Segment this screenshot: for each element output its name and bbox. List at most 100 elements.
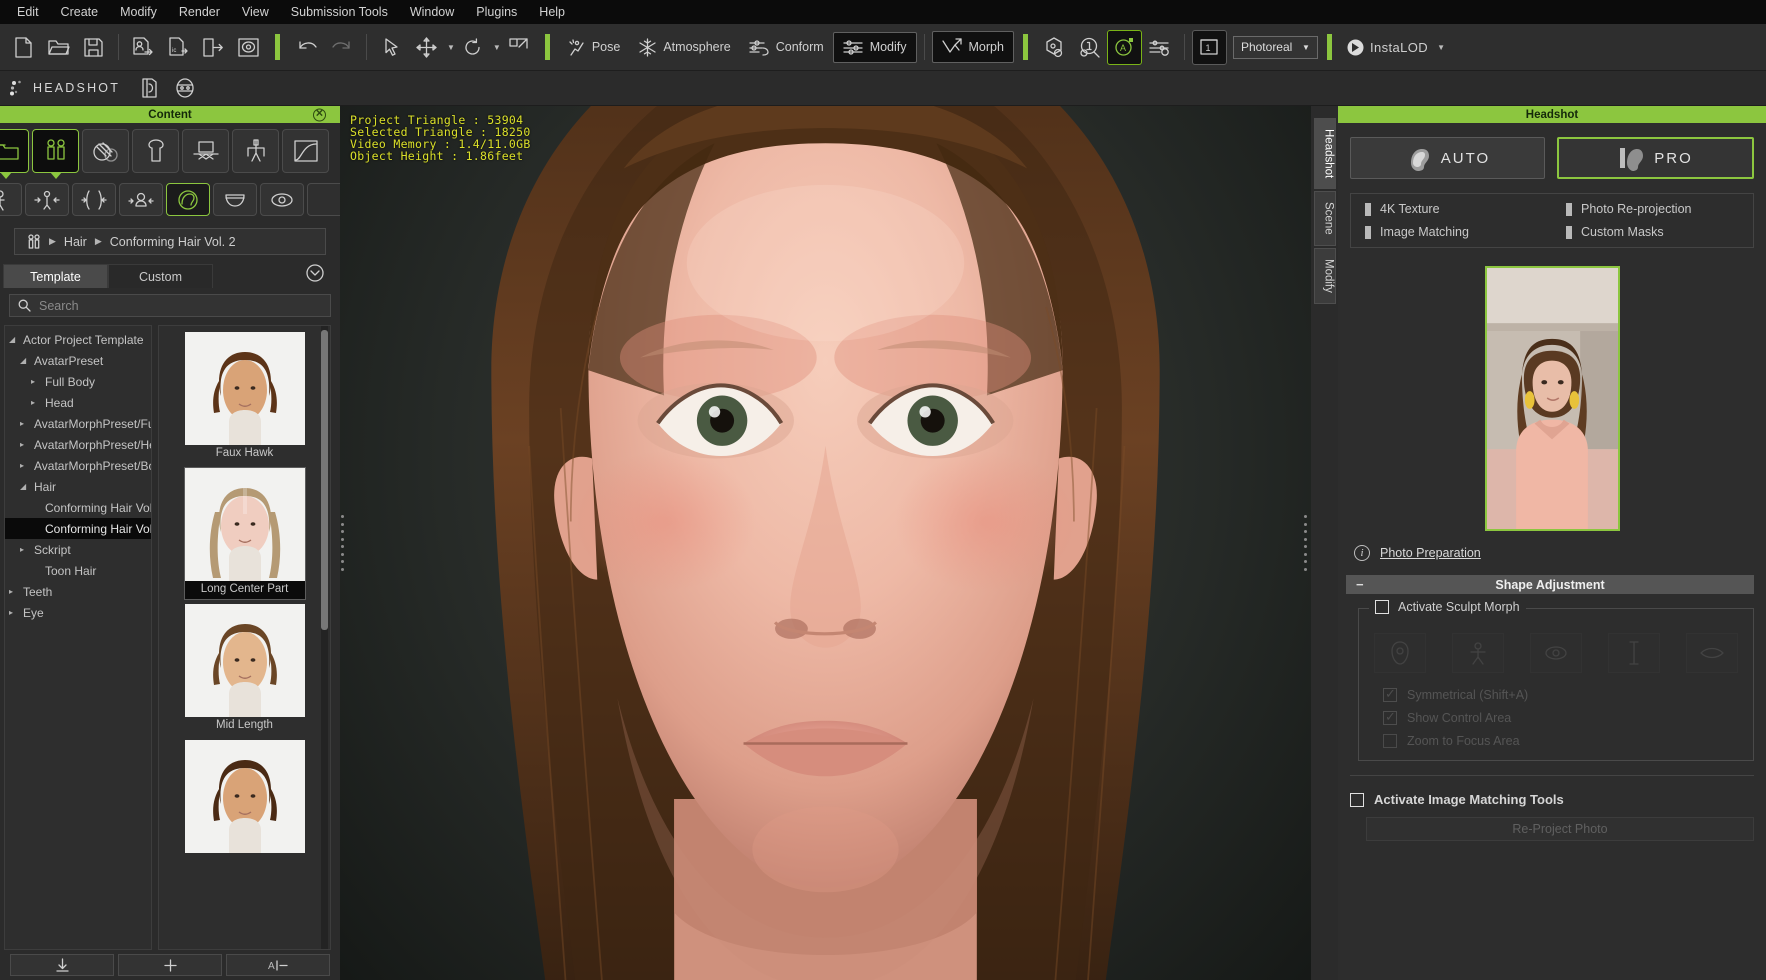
subcat-proportion[interactable]	[72, 183, 116, 216]
tree-disclosure-icon[interactable]	[20, 545, 30, 554]
instalod-caret-icon[interactable]: ▼	[1437, 43, 1445, 52]
inspect-icon[interactable]	[1072, 30, 1107, 65]
tab-custom[interactable]: Custom	[108, 264, 213, 288]
collapse-icon[interactable]: −	[1356, 577, 1364, 592]
category-motion[interactable]	[232, 129, 279, 173]
viewport-left-resize-handle[interactable]	[341, 515, 347, 571]
save-project-icon[interactable]	[76, 30, 111, 65]
instalod-button[interactable]: InstaLOD ▼	[1341, 35, 1451, 60]
expand-panel-icon[interactable]	[304, 262, 326, 284]
tree-disclosure-icon[interactable]	[20, 482, 30, 491]
preview-icon[interactable]	[231, 30, 266, 65]
menu-item-help[interactable]: Help	[528, 1, 576, 23]
subcat-head-morph[interactable]	[119, 183, 163, 216]
tree-disclosure-icon[interactable]	[9, 335, 19, 344]
activate-image-matching-checkbox[interactable]	[1350, 792, 1364, 807]
search-row[interactable]	[9, 294, 331, 317]
3d-viewport[interactable]: Project Triangle : 53904 Selected Triang…	[340, 106, 1311, 980]
scale-tool-icon[interactable]	[501, 30, 536, 65]
category-accessory[interactable]	[182, 129, 229, 173]
tree-node[interactable]: Conforming Hair Vol. 1	[5, 497, 151, 518]
texture-bake-icon[interactable]	[1037, 30, 1072, 65]
tree-node[interactable]: Toon Hair	[5, 560, 151, 581]
pro-mode-button[interactable]: PRO	[1557, 137, 1754, 179]
tab-template[interactable]: Template	[3, 264, 108, 288]
option-photo-reprojection[interactable]: Photo Re-projection	[1552, 202, 1753, 216]
tree-disclosure-icon[interactable]	[20, 419, 30, 428]
breadcrumb-item-conforming-hair[interactable]: Conforming Hair Vol. 2	[110, 235, 236, 249]
vtab-headshot[interactable]: Headshot	[1313, 118, 1336, 190]
thumbnail-item[interactable]: Mid Length	[184, 604, 305, 735]
tree-node[interactable]: Actor Project Template	[5, 329, 151, 350]
option-4k-texture[interactable]: 4K Texture	[1351, 202, 1552, 216]
auto-mode-icon[interactable]: A	[1106, 29, 1142, 65]
tree-disclosure-icon[interactable]	[20, 440, 30, 449]
tree-disclosure-icon[interactable]	[31, 398, 41, 407]
menu-item-modify[interactable]: Modify	[109, 1, 168, 23]
download-button[interactable]	[10, 954, 114, 976]
thumbnail-item[interactable]	[184, 740, 305, 853]
menu-item-window[interactable]: Window	[399, 1, 465, 23]
tree-disclosure-icon[interactable]	[31, 377, 41, 386]
headshot-plugin-button[interactable]: HEADSHOT	[4, 77, 126, 100]
morph-button[interactable]: Morph	[931, 31, 1014, 63]
menu-item-create[interactable]: Create	[50, 1, 110, 23]
move-tool-icon[interactable]	[409, 30, 444, 65]
vtab-modify[interactable]: Modify	[1313, 247, 1336, 304]
tree-node[interactable]: Head	[5, 392, 151, 413]
thumbnail-scrollbar[interactable]	[321, 330, 328, 630]
render-frame-icon[interactable]: 1	[1191, 29, 1227, 65]
render-preset-dropdown[interactable]: Photoreal ▼	[1232, 35, 1318, 59]
modify-button[interactable]: Modify	[832, 31, 917, 63]
add-button[interactable]	[118, 954, 222, 976]
activate-image-matching-row[interactable]: Activate Image Matching Tools	[1338, 776, 1766, 807]
activate-sculpt-morph-checkbox[interactable]	[1375, 600, 1389, 614]
category-curve[interactable]	[282, 129, 329, 173]
export-icon[interactable]	[196, 30, 231, 65]
headshot-head-icon[interactable]	[174, 77, 196, 99]
settings-sliders-icon[interactable]	[1142, 30, 1177, 65]
menu-item-plugins[interactable]: Plugins	[465, 1, 528, 23]
atmosphere-button[interactable]: Atmosphere	[629, 32, 739, 63]
activate-sculpt-morph-row[interactable]: Activate Sculpt Morph	[1369, 600, 1526, 614]
tree-node[interactable]: AvatarMorphPreset/Full ...	[5, 413, 151, 434]
tree-disclosure-icon[interactable]	[20, 461, 30, 470]
thumbnail-item[interactable]: Long Center Part	[183, 467, 306, 600]
subcat-teeth[interactable]	[213, 183, 257, 216]
menu-item-edit[interactable]: Edit	[6, 1, 50, 23]
conform-button[interactable]: Conform	[740, 33, 833, 62]
category-project[interactable]	[0, 129, 29, 173]
photo-preparation-row[interactable]: i Photo Preparation	[1338, 531, 1766, 561]
subcat-hair[interactable]	[166, 183, 210, 216]
viewport-right-resize-handle[interactable]	[1304, 515, 1310, 571]
tree-node[interactable]: Full Body	[5, 371, 151, 392]
breadcrumb-item-hair[interactable]: Hair	[64, 235, 87, 249]
shape-adjustment-header[interactable]: − Shape Adjustment	[1346, 575, 1754, 594]
thumbnail-list[interactable]: Faux Hawk Long Center Part Mid Length	[158, 325, 331, 950]
category-material[interactable]	[82, 129, 129, 173]
open-project-icon[interactable]	[41, 30, 76, 65]
subcat-body-morph[interactable]	[25, 183, 69, 216]
close-icon[interactable]: ✕	[313, 108, 326, 121]
tree-node[interactable]: Teeth	[5, 581, 151, 602]
rename-button[interactable]: A	[226, 954, 330, 976]
rotate-tool-icon[interactable]	[455, 30, 490, 65]
subcat-body[interactable]	[0, 183, 22, 216]
new-project-icon[interactable]	[6, 30, 41, 65]
menu-item-submission-tools[interactable]: Submission Tools	[280, 1, 399, 23]
tree-disclosure-icon[interactable]	[20, 356, 30, 365]
tree-node[interactable]: Eye	[5, 602, 151, 623]
option-custom-masks[interactable]: Custom Masks	[1552, 225, 1753, 239]
option-image-matching[interactable]: Image Matching	[1351, 225, 1552, 239]
tree-disclosure-icon[interactable]	[9, 608, 19, 617]
tree-node[interactable]: AvatarMorphPreset/Body	[5, 455, 151, 476]
tree-disclosure-icon[interactable]	[9, 587, 19, 596]
select-tool-icon[interactable]	[374, 30, 409, 65]
vtab-scene[interactable]: Scene	[1313, 191, 1336, 246]
tree-node[interactable]: Conforming Hair Vol. 2	[5, 518, 151, 539]
headshot-copy-icon[interactable]	[140, 77, 160, 99]
redo-icon[interactable]	[324, 30, 359, 65]
move-tool-caret-icon[interactable]: ▼	[447, 43, 455, 52]
tree-node[interactable]: AvatarPreset	[5, 350, 151, 371]
search-input[interactable]	[39, 298, 322, 313]
